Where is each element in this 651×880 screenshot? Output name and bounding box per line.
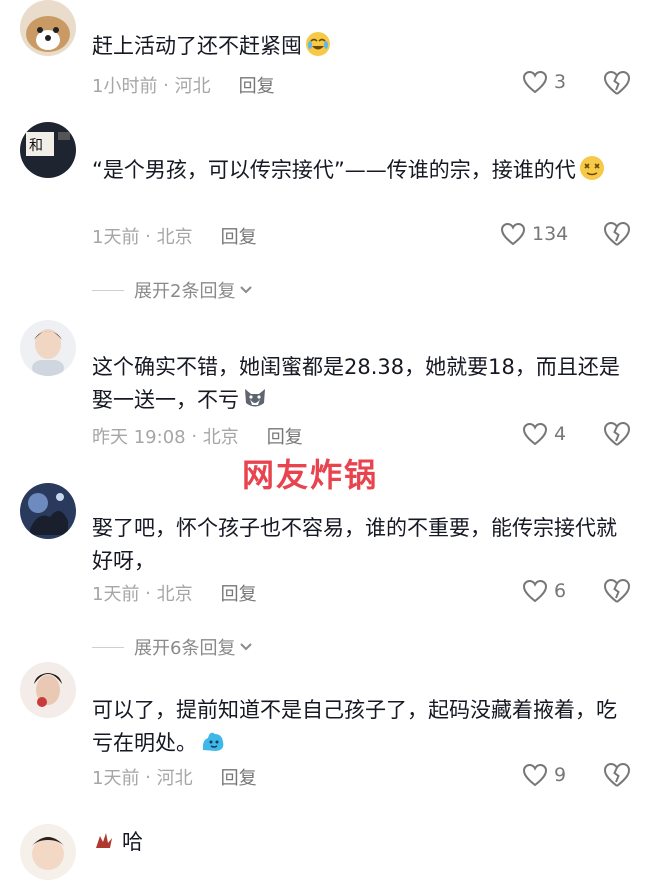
like-button[interactable]: 9 <box>522 763 566 787</box>
husky-emoji-icon <box>245 389 265 407</box>
blue-blob-emoji-icon <box>202 732 224 751</box>
reply-button[interactable]: 回复 <box>221 764 257 790</box>
like-count: 134 <box>532 223 569 245</box>
heart-icon <box>522 70 548 94</box>
like-button[interactable]: 4 <box>522 422 566 446</box>
dislike-heart-icon[interactable] <box>603 578 631 604</box>
chevron-down-icon <box>240 286 253 294</box>
comment-meta: 1小时前 · 河北 回复 <box>92 72 275 98</box>
heart-icon <box>522 763 548 787</box>
avatar[interactable] <box>20 662 76 718</box>
reply-button[interactable]: 回复 <box>267 423 303 449</box>
comment-location: 北京 <box>156 584 193 605</box>
dislike-heart-icon[interactable] <box>603 762 631 788</box>
overlay-caption: 网友炸锅 <box>242 456 379 494</box>
comment-text: 赶上活动了还不赶紧囤 <box>92 30 632 63</box>
expand-replies-button[interactable]: 展开2条回复 <box>92 277 253 303</box>
svg-text:和: 和 <box>29 138 43 154</box>
chevron-down-icon <box>240 643 253 651</box>
like-count: 3 <box>554 71 567 93</box>
comment-meta: 1天前 · 北京 回复 <box>92 223 257 249</box>
reply-button[interactable]: 回复 <box>221 223 257 249</box>
heart-icon <box>522 422 548 446</box>
like-count: 6 <box>554 580 567 602</box>
reply-button[interactable]: 回复 <box>221 580 257 606</box>
avatar[interactable] <box>20 483 76 539</box>
comment-text: 可以了，提前知道不是自己孩子了，起码没藏着掖着，吃亏在明处。 <box>92 698 617 755</box>
comment-meta: 1天前 · 北京 回复 <box>92 580 257 606</box>
avatar[interactable] <box>20 824 76 880</box>
crying-laugh-emoji-icon <box>306 32 330 56</box>
comment-text: 这个确实不错，她闺蜜都是28.38，她就要18，而且还是娶一送一，不亏 <box>92 355 620 412</box>
reply-button[interactable]: 回复 <box>239 72 275 98</box>
partial-username-row: 哈 <box>92 826 143 856</box>
comment-time: 1小时前 <box>92 76 158 97</box>
comment-time: 昨天 19:08 <box>92 427 186 448</box>
comment-time: 1天前 <box>92 584 140 605</box>
dislike-heart-icon[interactable] <box>603 421 631 447</box>
comment-location: 河北 <box>156 768 193 789</box>
dislike-heart-icon[interactable] <box>603 221 631 247</box>
comment-time: 1天前 <box>92 768 140 789</box>
comment-location: 河北 <box>174 76 211 97</box>
avatar[interactable] <box>20 0 76 56</box>
like-button[interactable]: 6 <box>522 579 566 603</box>
username[interactable]: 哈 <box>122 826 143 856</box>
like-count: 9 <box>554 764 567 786</box>
comment-time: 1天前 <box>92 227 140 248</box>
dislike-heart-icon[interactable] <box>603 70 631 96</box>
divider-line <box>92 289 124 291</box>
comment-text: “是个男孩，可以传宗接代”——传谁的宗，接谁的代 <box>92 154 632 187</box>
comment-meta: 昨天 19:08 · 北京 回复 <box>92 423 303 449</box>
dizzy-face-emoji-icon <box>579 156 604 180</box>
expand-replies-button[interactable]: 展开6条回复 <box>92 634 253 660</box>
comment-location: 北京 <box>202 427 239 448</box>
like-button[interactable]: 134 <box>500 222 568 246</box>
hand-emoji-icon <box>96 833 112 848</box>
comment-text: 娶了吧，怀个孩子也不容易，谁的不重要，能传宗接代就好呀， <box>92 516 617 573</box>
heart-icon <box>522 579 548 603</box>
avatar[interactable] <box>20 320 76 376</box>
avatar[interactable]: 和 <box>20 122 76 178</box>
comment-meta: 1天前 · 河北 回复 <box>92 764 257 790</box>
like-count: 4 <box>554 423 567 445</box>
comment-location: 北京 <box>156 227 193 248</box>
divider-line <box>92 646 124 648</box>
heart-icon <box>500 222 526 246</box>
like-button[interactable]: 3 <box>522 70 566 94</box>
